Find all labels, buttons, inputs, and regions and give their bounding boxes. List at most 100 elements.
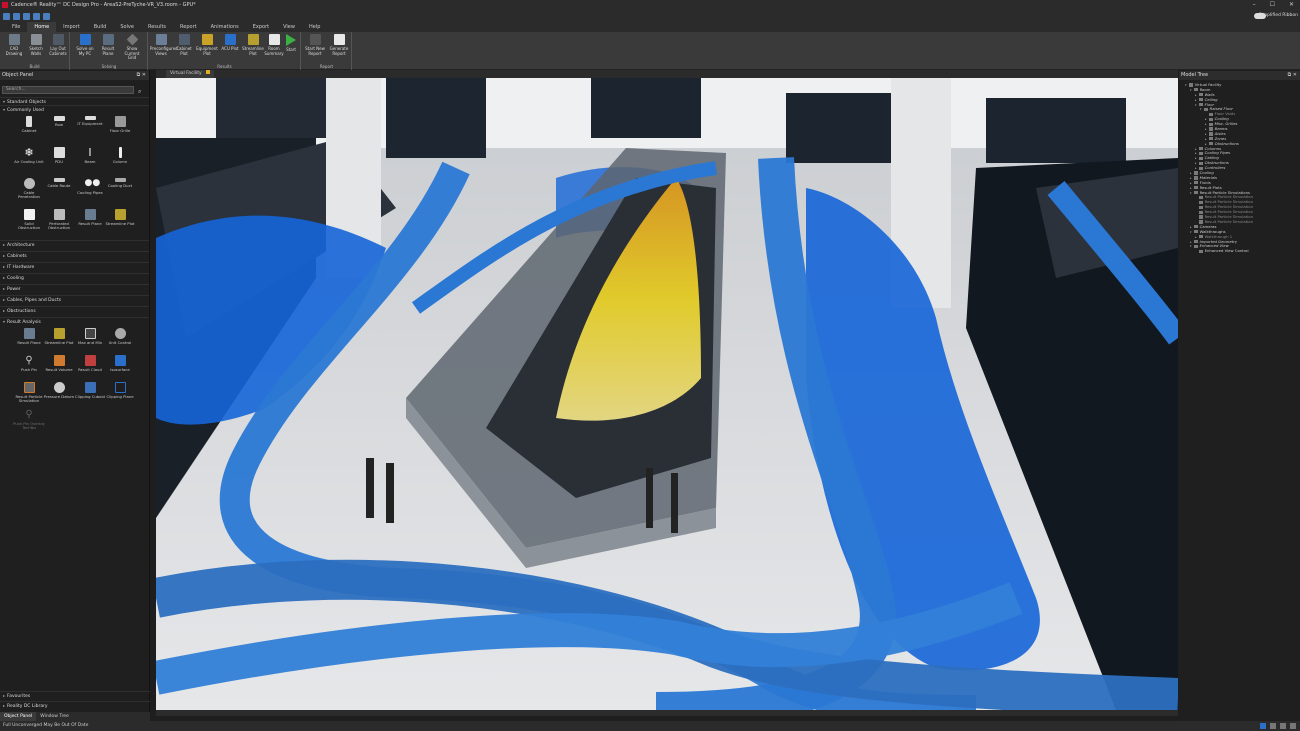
new-report-icon — [309, 34, 321, 45]
3d-viewport[interactable] — [156, 78, 1178, 710]
panel-pin-close-icon[interactable]: ⧉ ✕ — [137, 71, 146, 80]
lay-out-cabinets-button[interactable]: Lay Out Cabinets — [47, 34, 69, 56]
palette-cooling-pipes[interactable]: ●● Cooling Pipes — [74, 178, 106, 195]
palette-ra-streamline-plot[interactable]: Streamline Plot — [43, 328, 75, 345]
start-new-report-button[interactable]: Start New Report — [304, 34, 326, 56]
room-summary-button[interactable]: Room Summary — [263, 34, 285, 56]
section-it-hardware[interactable]: ▸ IT Hardware — [0, 262, 149, 270]
pressure-datum-icon — [53, 382, 65, 393]
ribbon: CAD Drawing Sketch Walls Lay Out Cabinet… — [0, 32, 1300, 70]
new-icon[interactable] — [3, 12, 10, 20]
zoom-icon[interactable] — [1280, 723, 1286, 729]
show-current-grid-button[interactable]: Show Current Grid — [121, 33, 143, 61]
section-result-analysis[interactable]: ▾ Result Analysis — [0, 317, 149, 325]
palette-ra-clipping-cuboid[interactable]: Clipping Cuboid — [74, 382, 106, 399]
palette-ra-pressure-datum[interactable]: Pressure Datum — [43, 382, 75, 399]
streamline-plot-button[interactable]: Streamline Plot — [242, 34, 264, 56]
settings-icon[interactable] — [1290, 723, 1296, 729]
palette-perforated-obstruction[interactable]: Perforated Obstruction — [43, 209, 75, 231]
tab-solve[interactable]: Solve — [113, 22, 141, 32]
section-standard-objects[interactable]: ▾ Standard Objects — [0, 97, 149, 105]
redo-icon[interactable] — [43, 12, 50, 20]
window-title: Cadence® Reality™ DC Design Pro - AreaS2… — [11, 2, 196, 8]
palette-ra-unit-control[interactable]: Unit Control — [104, 328, 136, 345]
palette-cable-penetration[interactable]: Cable Penetration — [13, 178, 45, 200]
app-logo-icon — [2, 2, 8, 8]
palette-streamline-plot[interactable]: Streamline Plot — [104, 209, 136, 226]
tab-report[interactable]: Report — [173, 22, 204, 32]
grid-icon — [126, 33, 138, 46]
palette-beam[interactable]: I Beam — [74, 147, 106, 164]
palette-pdu[interactable]: PDU — [43, 147, 75, 164]
minimize-button[interactable]: – — [1253, 1, 1256, 8]
palette-row[interactable]: Row — [43, 116, 75, 127]
palette-solid-obstruction[interactable]: Solid Obstruction — [13, 209, 45, 231]
cabinet-plot-button[interactable]: Cabinet Plot — [173, 34, 195, 56]
section-architecture[interactable]: ▸ Architecture — [0, 240, 149, 248]
equipment-plot-button[interactable]: Equipment Plot — [196, 34, 218, 56]
cable-penetration-icon — [23, 178, 35, 189]
open-icon[interactable] — [13, 12, 20, 20]
tab-import[interactable]: Import — [56, 22, 87, 32]
palette-floor-grille[interactable]: Floor Grille — [104, 116, 136, 133]
palette-it-equipment[interactable]: IT Equipment — [74, 116, 106, 126]
undo-icon[interactable] — [33, 12, 40, 20]
acu-plot-button[interactable]: ACU Plot — [219, 34, 241, 52]
palette-cabinet[interactable]: Cabinet — [13, 116, 45, 133]
viewport-horizontal-scrollbar[interactable] — [156, 710, 1178, 716]
unit-control-icon — [114, 328, 126, 339]
section-power[interactable]: ▸ Power — [0, 284, 149, 292]
tab-build[interactable]: Build — [87, 22, 114, 32]
section-cables-pipes-ducts[interactable]: ▸ Cables, Pipes and Ducts — [0, 295, 149, 303]
solve-button[interactable]: Solve on My PC — [74, 34, 96, 56]
maximize-button[interactable]: ☐ — [1270, 1, 1275, 8]
search-icon[interactable]: ⌕ — [138, 88, 141, 96]
start-button[interactable]: Start — [283, 34, 299, 53]
snowflake-icon[interactable] — [1260, 723, 1266, 729]
fit-view-icon[interactable] — [1270, 723, 1276, 729]
tab-window-tree[interactable]: Window Tree — [36, 712, 73, 721]
palette-ra-max-min[interactable]: Max and Min — [74, 328, 106, 345]
section-obstructions[interactable]: ▸ Obstructions — [0, 306, 149, 314]
section-cooling[interactable]: ▸ Cooling — [0, 273, 149, 281]
palette-ra-push-pin[interactable]: ⚲ Push Pin — [13, 355, 45, 372]
generate-report-button[interactable]: Generate Report — [328, 34, 350, 56]
tab-home[interactable]: Home — [27, 22, 57, 32]
tab-virtual-facility[interactable]: Virtual Facility — [166, 70, 214, 78]
section-commonly-used[interactable]: ▾ Commonly Used — [0, 105, 149, 113]
close-button[interactable]: ✕ — [1289, 1, 1294, 8]
section-reality-dc-library[interactable]: ▸ Reality DC Library — [0, 701, 150, 709]
tab-results[interactable]: Results — [141, 22, 173, 32]
tab-animations[interactable]: Animations — [204, 22, 246, 32]
palette-ra-isosurface[interactable]: Isosurface — [104, 355, 136, 372]
palette-ra-clipping-plane[interactable]: Clipping Plane — [104, 382, 136, 399]
cad-drawing-button[interactable]: CAD Drawing — [3, 34, 25, 56]
model-tree: ▾ Virtual Facility ▾ Room ▸ Walls ▸ Ceiling ▾ Flo… — [1179, 80, 1300, 254]
palette-result-plane[interactable]: Result Plane — [74, 209, 106, 226]
folder-icon — [1194, 88, 1198, 92]
object-search-input[interactable]: Search... — [2, 86, 134, 94]
palette-column[interactable]: Column — [104, 147, 136, 164]
palette-ra-result-particle-simulation[interactable]: Result Particle Simulation — [13, 382, 45, 404]
panel-pin-close-icon[interactable]: ⧉ ✕ — [1288, 71, 1297, 80]
section-favourites[interactable]: ▸ Favourites — [0, 691, 150, 699]
preconfigured-views-button[interactable]: Preconfigured Views — [150, 34, 178, 56]
tab-help[interactable]: Help — [302, 22, 327, 32]
expand-icon: ▸ — [3, 703, 6, 708]
palette-air-cooling-unit[interactable]: ❄ Air Cooling Unit — [13, 147, 45, 164]
tab-file[interactable]: File — [5, 22, 27, 32]
tab-object-panel[interactable]: Object Panel — [0, 712, 37, 721]
section-cabinets[interactable]: ▸ Cabinets — [0, 251, 149, 259]
tab-export[interactable]: Export — [246, 22, 276, 32]
tree-node[interactable]: Enhanced View Control — [1179, 248, 1300, 254]
palette-cable-route[interactable]: Cable Route — [43, 178, 75, 188]
save-icon[interactable] — [23, 12, 30, 20]
palette-ra-result-plane[interactable]: Result Plane — [13, 328, 45, 345]
palette-ra-result-cloud[interactable]: Result Cloud — [74, 355, 106, 372]
particle-simulation-icon — [23, 382, 35, 393]
palette-cooling-duct[interactable]: Cooling Duct — [104, 178, 136, 188]
tab-view[interactable]: View — [276, 22, 302, 32]
result-plane-button[interactable]: Result Plane — [97, 34, 119, 56]
palette-ra-result-volume[interactable]: Result Volume — [43, 355, 75, 372]
sketch-walls-button[interactable]: Sketch Walls — [25, 34, 47, 56]
